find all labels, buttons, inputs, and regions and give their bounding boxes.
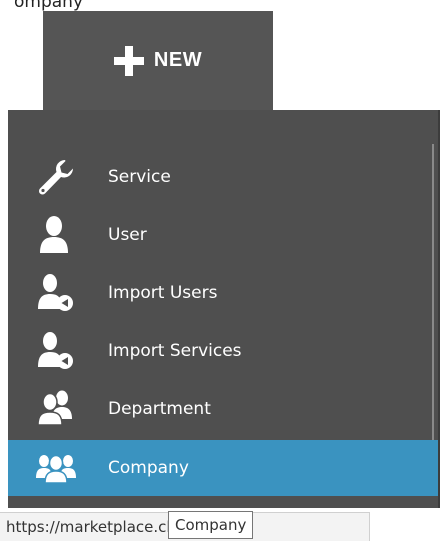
tooltip: Company xyxy=(168,511,254,539)
menu-item-department[interactable]: Department xyxy=(8,380,436,438)
menu-item-user[interactable]: User xyxy=(8,206,436,264)
menu-item-label: Import Services xyxy=(108,341,242,361)
menu-item-import-services[interactable]: Import Services xyxy=(8,322,436,380)
plus-icon xyxy=(113,45,144,76)
menu-item-label: User xyxy=(108,225,147,245)
menu-item-service[interactable]: Service xyxy=(8,148,436,206)
menu-item-label: Import Users xyxy=(108,283,218,303)
user-pair-icon xyxy=(8,380,108,438)
wrench-icon xyxy=(8,148,108,206)
new-button[interactable]: NEW xyxy=(43,11,273,110)
import-user-icon xyxy=(8,264,108,322)
menu-item-label: Service xyxy=(108,167,171,187)
new-dropdown-menu: Service User Import Users Import Service… xyxy=(8,110,440,508)
menu-item-company[interactable]: Company xyxy=(8,440,438,496)
menu-item-label: Department xyxy=(108,399,211,419)
new-button-label: NEW xyxy=(153,49,203,71)
user-icon xyxy=(8,206,108,264)
menu-item-import-users[interactable]: Import Users xyxy=(8,264,436,322)
import-user-icon xyxy=(8,322,108,380)
user-group-icon xyxy=(8,439,108,497)
menu-item-label: Company xyxy=(108,458,189,478)
